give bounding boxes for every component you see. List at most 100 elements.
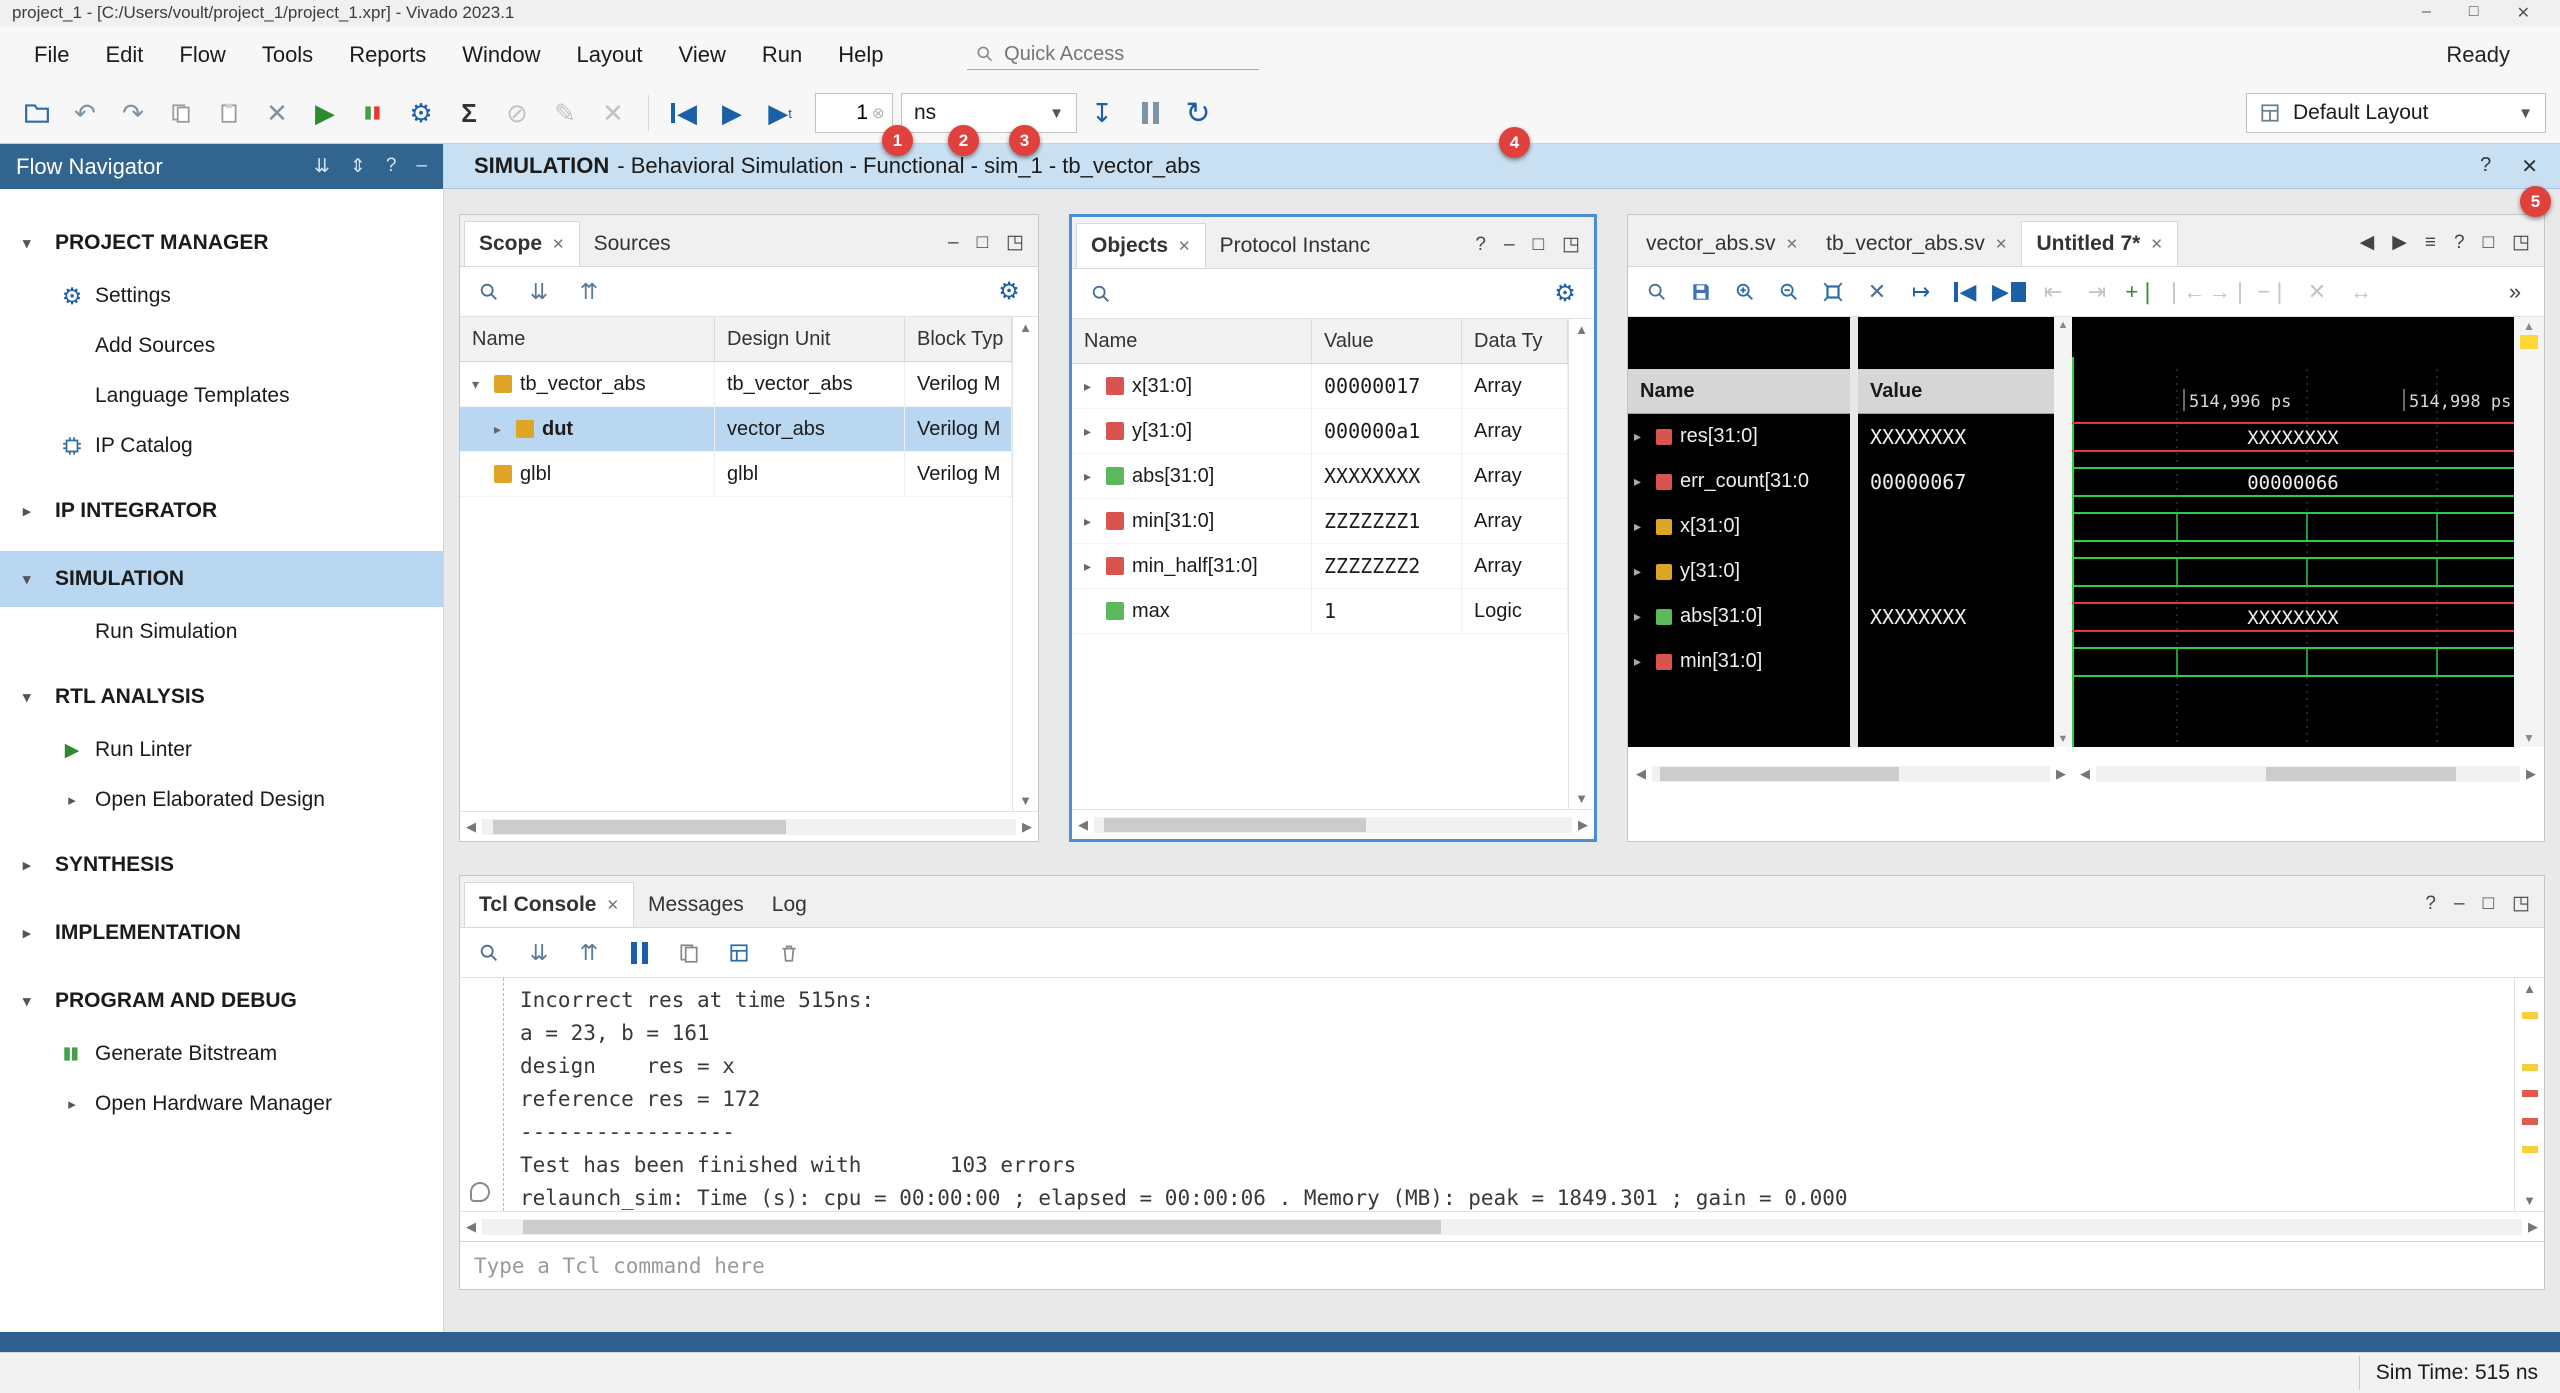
delete-button[interactable]: ✕ — [254, 90, 300, 136]
chevron-right-icon[interactable]: ▸ — [1084, 423, 1106, 440]
float-panel-icon[interactable]: ◳ — [2512, 892, 2530, 915]
zoom-out-icon[interactable] — [1772, 275, 1806, 309]
chevron-right-icon[interactable]: ▸ — [1634, 428, 1656, 445]
menu-view[interactable]: View — [661, 33, 744, 77]
sidebar-section-simulation[interactable]: ▾SIMULATION — [0, 551, 443, 607]
tab-scroll-right-icon[interactable]: ▶ — [2392, 231, 2407, 254]
horizontal-scrollbar[interactable]: ◀▶ — [1072, 809, 1594, 839]
close-icon[interactable]: ✕ — [1178, 237, 1191, 255]
column-header-design-unit[interactable]: Design Unit — [715, 317, 905, 361]
table-row[interactable]: ▸y[31:0] 000000a1 Array — [1072, 409, 1568, 454]
tab-scope[interactable]: Scope✕ — [464, 221, 580, 266]
vertical-scrollbar[interactable]: ▲▼ — [1568, 319, 1594, 809]
search-icon[interactable] — [1640, 275, 1674, 309]
sidebar-item-language-templates[interactable]: Language Templates — [0, 371, 443, 421]
table-row[interactable]: ▸min[31:0] ZZZZZZZ1 Array — [1072, 499, 1568, 544]
sidebar-section-rtl-analysis[interactable]: ▾RTL ANALYSIS — [0, 669, 443, 725]
previous-transition-icon[interactable]: ◀ — [1948, 275, 1982, 309]
sim-time-input[interactable] — [822, 101, 868, 125]
sim-time-field[interactable]: ⊗ — [815, 93, 893, 133]
tab-vector-abs-sv[interactable]: vector_abs.sv✕ — [1632, 221, 1812, 266]
menu-reports[interactable]: Reports — [331, 33, 444, 77]
horizontal-scrollbar[interactable]: ◀▶ — [460, 811, 1038, 841]
close-icon[interactable]: ✕ — [2150, 235, 2163, 253]
sidebar-item-generate-bitstream[interactable]: Generate Bitstream — [0, 1029, 443, 1079]
menu-window[interactable]: Window — [444, 33, 558, 77]
next-transition-icon[interactable]: ▶ — [1992, 275, 2026, 309]
close-simulation-icon[interactable]: ✕ — [2521, 154, 2538, 179]
vertical-scrollbar[interactable]: ▲ ▼ — [2514, 978, 2544, 1211]
goto-time-icon[interactable]: ↦ — [1904, 275, 1938, 309]
help-icon[interactable]: ? — [1475, 234, 1486, 256]
tab-tb-vector-abs-sv[interactable]: tb_vector_abs.sv✕ — [1812, 221, 2021, 266]
tab-log[interactable]: Log — [758, 882, 821, 927]
wave-signal-row[interactable]: ▸x[31:0] — [1628, 504, 1850, 549]
chevron-right-icon[interactable]: ▸ — [1634, 518, 1656, 535]
column-header-block-type[interactable]: Block Typ — [905, 317, 1012, 361]
pause-output-icon[interactable] — [622, 936, 656, 970]
column-header-name[interactable]: Name — [460, 317, 715, 361]
collapse-all-icon[interactable]: ⇈ — [572, 936, 606, 970]
chevron-down-icon[interactable]: ▾ — [472, 376, 494, 393]
toolbar-overflow-icon[interactable]: » — [2498, 275, 2532, 309]
restart-simulation-button[interactable]: ◀ — [661, 90, 707, 136]
tab-scroll-left-icon[interactable]: ◀ — [2360, 231, 2375, 254]
sidebar-item-open-hardware-manager[interactable]: ▸Open Hardware Manager — [0, 1079, 443, 1129]
view-as-table-icon[interactable] — [722, 936, 756, 970]
help-icon[interactable]: ? — [2480, 154, 2491, 179]
window-maximize-button[interactable]: □ — [2469, 3, 2479, 23]
tab-untitled-7[interactable]: Untitled 7*✕ — [2021, 221, 2177, 266]
console-output[interactable]: Incorrect res at time 515ns: a = 23, b =… — [504, 978, 2514, 1211]
window-close-button[interactable]: ✕ — [2517, 3, 2530, 23]
chevron-right-icon[interactable]: ▸ — [1084, 513, 1106, 530]
add-marker-icon[interactable]: +❘ — [2124, 275, 2158, 309]
maximize-panel-icon[interactable]: □ — [2483, 893, 2494, 915]
copy-icon[interactable] — [672, 936, 706, 970]
zoom-fit-icon[interactable] — [1816, 275, 1850, 309]
trash-icon[interactable] — [772, 936, 806, 970]
sidebar-item-run-linter[interactable]: ▶Run Linter — [0, 725, 443, 775]
wave-signal-row[interactable]: ▸abs[31:0] — [1628, 594, 1850, 639]
save-waveform-icon[interactable] — [1684, 275, 1718, 309]
search-icon[interactable] — [1084, 277, 1118, 311]
column-header-data-type[interactable]: Data Ty — [1462, 319, 1568, 363]
collapse-all-icon[interactable]: ⇊ — [314, 155, 330, 178]
maximize-panel-icon[interactable]: □ — [2483, 232, 2494, 254]
menu-tools[interactable]: Tools — [244, 33, 331, 77]
sidebar-section-ip-integrator[interactable]: ▸IP INTEGRATOR — [0, 483, 443, 539]
expand-all-icon[interactable]: ⇊ — [522, 936, 556, 970]
chevron-right-icon[interactable]: ▸ — [1634, 653, 1656, 670]
table-row[interactable]: ▾tb_vector_abs tb_vector_abs Verilog M — [460, 362, 1012, 407]
menu-help[interactable]: Help — [820, 33, 901, 77]
wave-signal-row[interactable]: ▸err_count[31:0 — [1628, 459, 1850, 504]
vertical-scrollbar[interactable]: ▲ ▼ — [2514, 317, 2544, 747]
search-icon[interactable] — [472, 936, 506, 970]
maximize-panel-icon[interactable]: □ — [977, 232, 988, 254]
step-button[interactable]: ↧ — [1079, 90, 1125, 136]
float-panel-icon[interactable]: ◳ — [2512, 231, 2530, 254]
collapse-all-icon[interactable]: ⇈ — [572, 275, 606, 309]
sidebar-item-open-elaborated-design[interactable]: ▸Open Elaborated Design — [0, 775, 443, 825]
help-icon[interactable]: ? — [2454, 232, 2465, 254]
close-icon[interactable]: ✕ — [1995, 235, 2008, 253]
tab-sources[interactable]: Sources — [580, 221, 685, 266]
horizontal-scrollbar[interactable]: ◀▶ — [2080, 759, 2536, 789]
table-row[interactable]: glbl glbl Verilog M — [460, 452, 1012, 497]
chevron-right-icon[interactable]: ▸ — [494, 421, 516, 438]
vertical-scrollbar[interactable]: ▲▼ — [1012, 317, 1038, 811]
gear-icon[interactable]: ⚙ — [992, 275, 1026, 309]
time-unit-select[interactable]: ns ▼ — [901, 93, 1077, 133]
wave-plot-area[interactable]: 514,996 ps 514,998 ps XXXXXXXX — [2072, 317, 2514, 747]
float-panel-icon[interactable]: ◳ — [1006, 231, 1024, 254]
tab-messages[interactable]: Messages — [634, 882, 758, 927]
quick-access-search[interactable] — [967, 40, 1259, 70]
table-row[interactable]: max 1 Logic — [1072, 589, 1568, 634]
search-icon[interactable] — [472, 275, 506, 309]
chevron-right-icon[interactable]: ▸ — [1634, 563, 1656, 580]
sidebar-section-project-manager[interactable]: ▾PROJECT MANAGER — [0, 215, 443, 271]
tab-objects[interactable]: Objects✕ — [1076, 223, 1206, 268]
undo-button[interactable]: ↶ — [62, 90, 108, 136]
table-row[interactable]: ▸min_half[31:0] ZZZZZZZ2 Array — [1072, 544, 1568, 589]
sidebar-item-ip-catalog[interactable]: IP Catalog — [0, 421, 443, 471]
tab-protocol-instances[interactable]: Protocol Instanc — [1206, 223, 1385, 268]
